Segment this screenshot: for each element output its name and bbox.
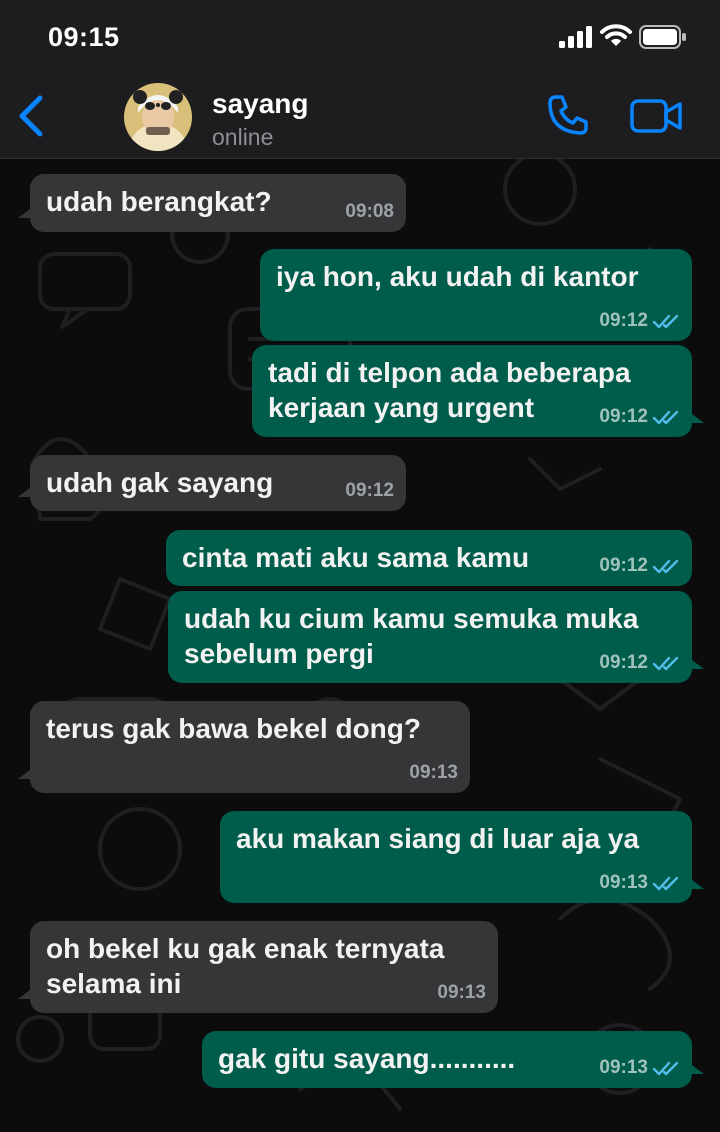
bubble-tail <box>18 987 34 999</box>
contact-name[interactable]: sayang <box>212 88 309 120</box>
message-meta: 09:13 <box>599 872 680 894</box>
message-meta: 09:12 <box>599 555 680 577</box>
incoming-message[interactable]: udah gak sayang 09:12 <box>30 455 406 511</box>
message-text: selama ini <box>46 968 182 999</box>
message-text: udah gak sayang <box>46 467 274 498</box>
message-text: udah ku cium kamu semuka muka <box>184 603 639 634</box>
message-text: udah berangkat? <box>46 186 272 217</box>
message-timestamp: 09:13 <box>599 1057 648 1078</box>
message-meta: 09:12 <box>345 480 394 502</box>
video-camera-icon[interactable] <box>630 98 684 134</box>
double-check-icon <box>652 876 679 891</box>
message-timestamp: 09:08 <box>345 201 394 222</box>
message-meta: 09:12 <box>599 652 680 674</box>
message-timestamp: 09:12 <box>599 310 648 331</box>
message-timestamp: 09:13 <box>599 872 648 893</box>
wifi-icon <box>600 24 632 46</box>
bubble-tail <box>688 877 704 889</box>
chat-area[interactable]: udah berangkat? 09:08 iya hon, aku udah di… <box>0 159 720 1132</box>
contact-status: online <box>212 124 274 150</box>
message-meta: 09:08 <box>345 201 394 223</box>
message-meta: 09:12 <box>599 310 680 332</box>
chat-header: sayang online <box>0 76 720 159</box>
message-timestamp: 09:12 <box>599 555 648 576</box>
message-meta: 09:13 <box>409 762 458 784</box>
outgoing-message[interactable]: iya hon, aku udah di kantor 09:12 <box>260 249 692 341</box>
message-text: aku makan siang di luar aja ya <box>236 823 640 854</box>
contact-avatar[interactable] <box>124 83 192 151</box>
message-text: tadi di telpon ada beberapa <box>268 357 631 388</box>
incoming-message[interactable]: terus gak bawa bekel dong? 09:13 <box>30 701 470 793</box>
message-meta: 09:12 <box>599 406 680 428</box>
message-timestamp: 09:13 <box>409 762 458 783</box>
outgoing-message[interactable]: aku makan siang di luar aja ya 09:13 <box>220 811 692 903</box>
message-timestamp: 09:12 <box>345 480 394 501</box>
outgoing-message[interactable]: cinta mati aku sama kamu 09:12 <box>166 530 692 586</box>
battery-icon <box>639 25 686 49</box>
bubble-tail <box>688 1062 704 1074</box>
chevron-left-icon[interactable] <box>16 94 46 138</box>
double-check-icon <box>652 410 679 425</box>
outgoing-message[interactable]: gak gitu sayang........... 09:13 <box>202 1031 692 1088</box>
double-check-icon <box>652 314 679 329</box>
incoming-message[interactable]: udah berangkat? 09:08 <box>30 174 406 232</box>
bubble-tail <box>688 411 704 423</box>
message-meta: 09:13 <box>599 1057 680 1079</box>
bubble-tail <box>688 657 704 669</box>
double-check-icon <box>652 1061 679 1076</box>
incoming-message[interactable]: oh bekel ku gak enak ternyata selama ini 0… <box>30 921 498 1013</box>
phone-icon[interactable] <box>546 93 590 137</box>
message-timestamp: 09:12 <box>599 406 648 427</box>
double-check-icon <box>652 559 679 574</box>
message-text: terus gak bawa bekel dong? <box>46 713 421 744</box>
bubble-tail <box>18 767 34 779</box>
bubble-tail <box>18 485 34 497</box>
outgoing-message[interactable]: udah ku cium kamu semuka muka sebelum per… <box>168 591 692 683</box>
outgoing-message[interactable]: tadi di telpon ada beberapa kerjaan yang … <box>252 345 692 437</box>
message-text: oh bekel ku gak enak ternyata <box>46 933 445 964</box>
message-timestamp: 09:13 <box>437 982 486 1003</box>
status-bar: 09:15 <box>0 0 720 76</box>
bubble-tail <box>18 206 34 218</box>
cellular-signal-icon <box>559 26 592 48</box>
double-check-icon <box>652 656 679 671</box>
message-text: iya hon, aku udah di kantor <box>276 261 639 292</box>
message-meta: 09:13 <box>437 982 486 1004</box>
status-time: 09:15 <box>48 22 120 52</box>
message-timestamp: 09:12 <box>599 652 648 673</box>
